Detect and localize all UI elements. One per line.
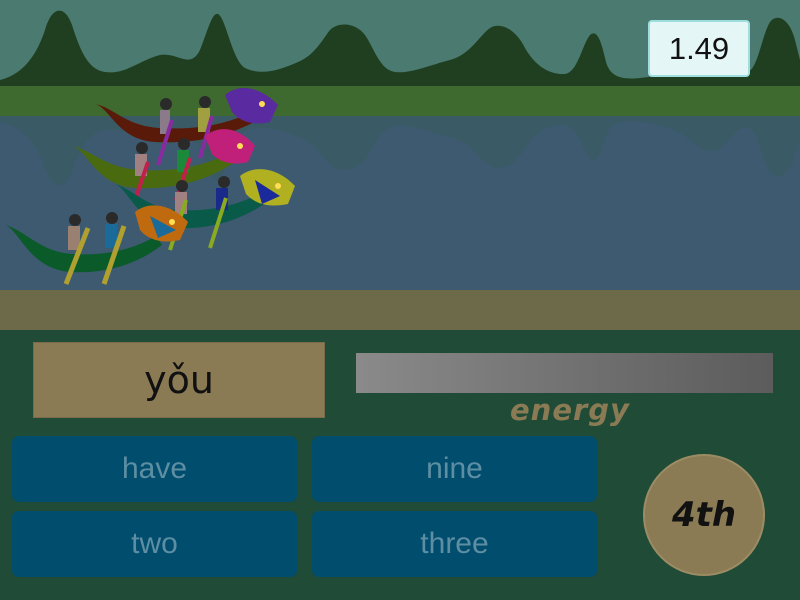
energy-label: energy (510, 393, 630, 427)
near-bank (0, 290, 800, 330)
far-bank (0, 86, 800, 116)
race-position-badge: 4th (643, 454, 765, 576)
race-timer: 1.49 (648, 20, 750, 77)
energy-bar (356, 353, 773, 393)
answer-button-three[interactable]: three (312, 511, 597, 577)
answer-button-two[interactable]: two (12, 511, 297, 577)
answer-button-nine[interactable]: nine (312, 436, 597, 502)
pinyin-word-card: yǒu (33, 342, 325, 418)
answer-button-have[interactable]: have (12, 436, 297, 502)
game-stage: 1.49 yǒu energy have nine two three 4th (0, 0, 800, 600)
